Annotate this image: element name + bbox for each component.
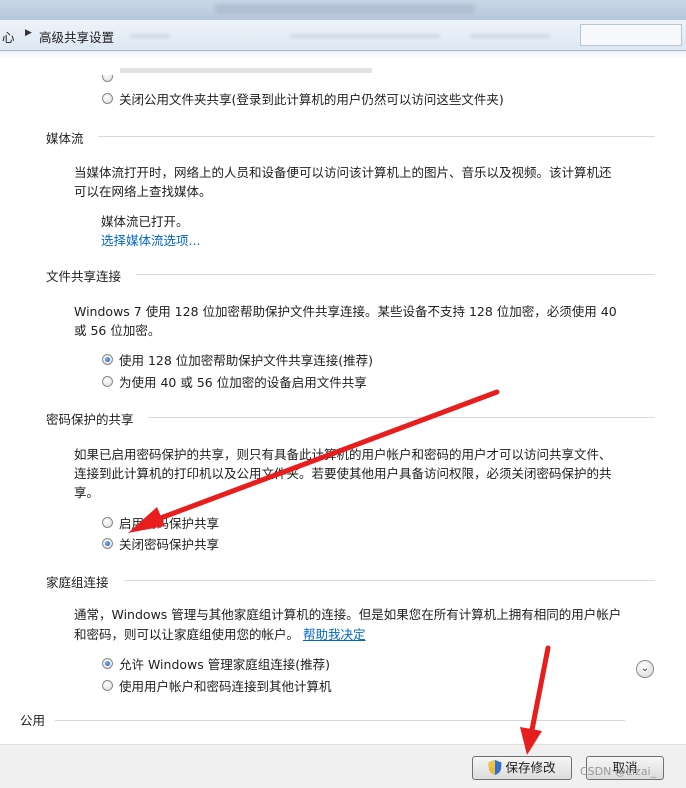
homegroup-section-title: 家庭组连接 xyxy=(46,575,109,590)
password-section-title: 密码保护的共享 xyxy=(46,412,134,427)
section-divider xyxy=(124,580,655,581)
save-changes-button[interactable]: 保存修改 xyxy=(472,756,572,780)
blurred-region xyxy=(290,34,440,38)
blurred-region xyxy=(470,34,550,38)
password-on-radio[interactable] xyxy=(102,517,113,528)
public-folder-on-radio[interactable] xyxy=(102,75,113,82)
encryption-40-56-label[interactable]: 为使用 40 或 56 位加密的设备启用文件共享 xyxy=(119,372,367,391)
password-description-line2: 连接到此计算机的打印机以及公用文件夹。若要使其他用户具备访问权限，必须关闭密码保… xyxy=(74,466,612,481)
homegroup-user-account-radio[interactable] xyxy=(102,680,113,691)
encryption-40-56-radio[interactable] xyxy=(102,376,113,387)
public-section-title[interactable]: 公用 xyxy=(20,710,45,729)
homegroup-windows-manage-label[interactable]: 允许 Windows 管理家庭组连接(推荐) xyxy=(119,654,330,673)
homegroup-windows-manage-radio[interactable] xyxy=(102,658,113,669)
help-me-decide-link[interactable]: 帮助我决定 xyxy=(303,627,366,642)
homegroup-description-line2: 和密码，则可以让家庭组使用您的帐户。 帮助我决定 xyxy=(74,624,366,643)
encryption-128-radio[interactable] xyxy=(102,354,113,365)
password-off-label[interactable]: 关闭密码保护共享 xyxy=(119,534,219,553)
encryption-128-label[interactable]: 使用 128 位加密帮助保护文件共享连接(推荐) xyxy=(119,350,373,369)
file-sharing-section-title: 文件共享连接 xyxy=(46,269,122,284)
address-bar[interactable]: 心 ▶ 高级共享设置 xyxy=(0,20,686,51)
breadcrumb-prefix[interactable]: 心 xyxy=(2,27,15,46)
uac-shield-icon xyxy=(488,760,502,775)
breadcrumb-current[interactable]: 高级共享设置 xyxy=(39,27,114,46)
clipped-option-text xyxy=(120,68,540,75)
watermark: CSDN @Lizai_ xyxy=(580,765,657,778)
button-bar: 保存修改 取消 CSDN @Lizai_ xyxy=(0,744,686,788)
media-status: 媒体流已打开。 xyxy=(101,214,189,229)
search-input[interactable] xyxy=(580,24,682,46)
scroll-shadow xyxy=(0,51,686,59)
password-description-line1: 如果已启用密码保护的共享，则只有具备此计算机的用户帐户和密码的用户才可以访问共享… xyxy=(74,447,612,462)
homegroup-description-text: 和密码，则可以让家庭组使用您的帐户。 xyxy=(74,627,300,642)
password-off-radio[interactable] xyxy=(102,538,113,549)
blurred-region xyxy=(130,34,170,38)
triangle-right-icon[interactable]: ▶ xyxy=(25,28,32,38)
media-section-title: 媒体流 xyxy=(46,131,84,146)
file-sharing-description-line1: Windows 7 使用 128 位加密帮助保护文件共享连接。某些设备不支持 1… xyxy=(74,304,617,319)
homegroup-user-account-label[interactable]: 使用用户帐户和密码连接到其他计算机 xyxy=(119,676,332,695)
chevron-down-icon[interactable]: ⌄ xyxy=(636,660,654,678)
settings-content: 关闭公用文件夹共享(登录到此计算机的用户仍然可以访问这些文件夹) 媒体流 当媒体… xyxy=(0,51,686,744)
media-description-line1: 当媒体流打开时，网络上的人员和设备便可以访问该计算机上的图片、音乐以及视频。该计… xyxy=(74,165,612,180)
window-titlebar xyxy=(0,0,686,20)
public-folder-off-radio[interactable] xyxy=(102,93,113,104)
media-options-link[interactable]: 选择媒体流选项... xyxy=(101,230,200,249)
save-changes-label: 保存修改 xyxy=(505,760,556,775)
section-divider xyxy=(55,720,625,721)
password-on-label[interactable]: 启用密码保护共享 xyxy=(119,513,219,532)
section-divider xyxy=(148,417,655,418)
homegroup-description-line1: 通常，Windows 管理与其他家庭组计算机的连接。但是如果您在所有计算机上拥有… xyxy=(74,607,622,622)
section-divider xyxy=(136,274,655,275)
password-description-line3: 享。 xyxy=(74,485,100,500)
blurred-title xyxy=(215,4,475,14)
media-description-line2: 可以在网络上查找媒体。 xyxy=(74,184,212,199)
section-divider xyxy=(98,136,655,137)
file-sharing-description-line2: 或 56 位加密。 xyxy=(74,323,161,338)
public-folder-off-label[interactable]: 关闭公用文件夹共享(登录到此计算机的用户仍然可以访问这些文件夹) xyxy=(119,89,504,108)
